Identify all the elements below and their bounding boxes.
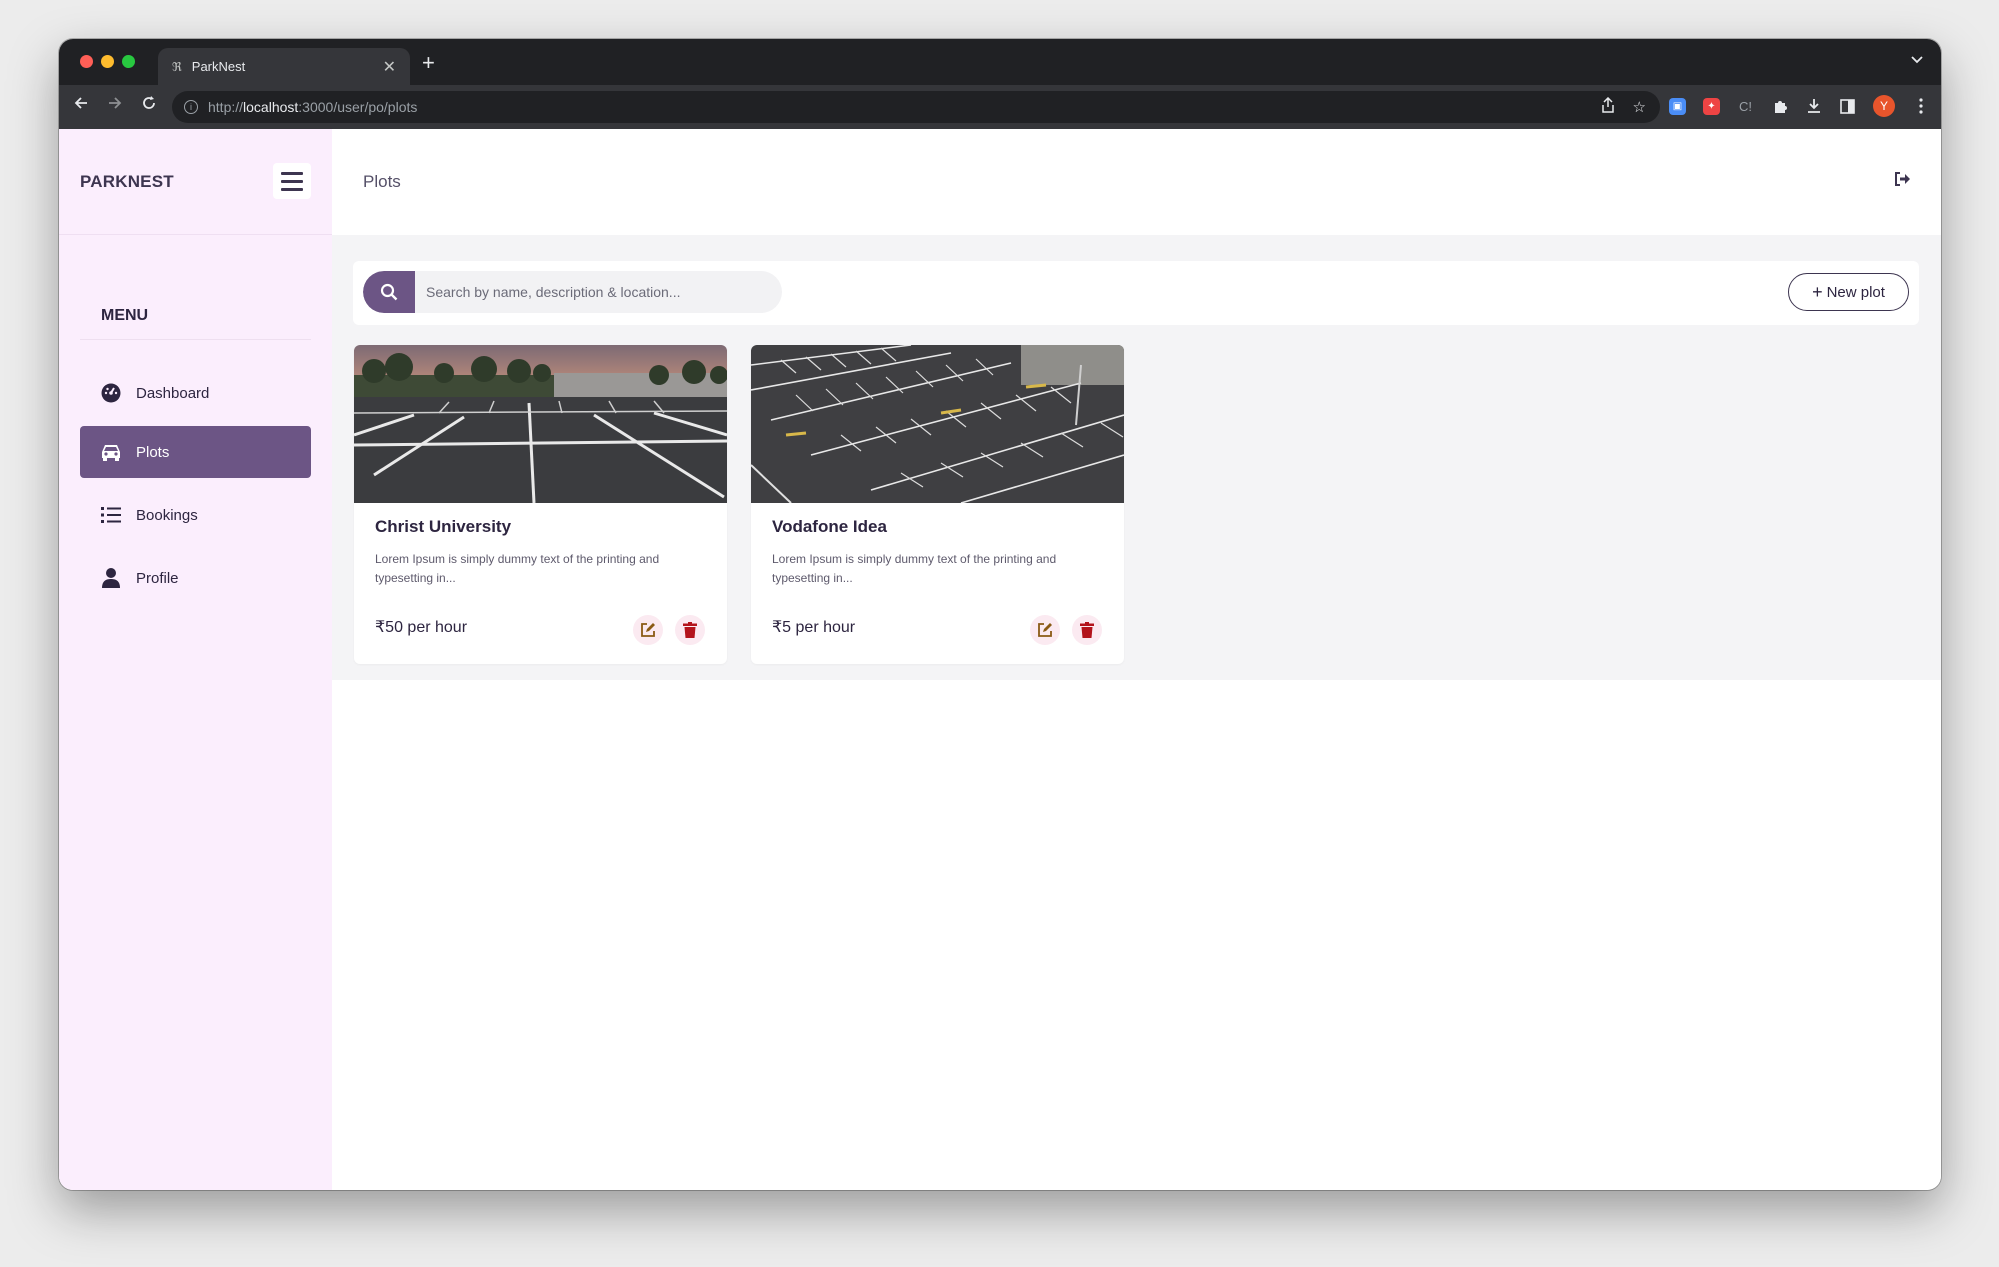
plus-icon: + bbox=[1812, 282, 1823, 302]
edit-icon[interactable] bbox=[633, 615, 663, 645]
sidebar-item-label: Plots bbox=[136, 443, 170, 461]
sidebar-item-dashboard[interactable]: Dashboard bbox=[80, 367, 311, 419]
plot-card[interactable]: Christ University Lorem Ipsum is simply … bbox=[354, 345, 727, 664]
sidebar-item-label: Dashboard bbox=[136, 384, 210, 402]
tab-title: ParkNest bbox=[191, 59, 246, 74]
browser-window: ℜ ParkNest ✕ + i http://localhost:3000/u… bbox=[59, 39, 1941, 1190]
side-panel-icon[interactable] bbox=[1839, 98, 1856, 115]
sidebar-item-label: Bookings bbox=[136, 506, 198, 524]
topbar: Plots bbox=[332, 129, 1941, 235]
more-vertical-icon[interactable] bbox=[1912, 98, 1929, 115]
search-icon[interactable] bbox=[363, 271, 415, 313]
plot-name: Vodafone Idea bbox=[772, 517, 887, 536]
extensions-puzzle-icon[interactable] bbox=[1771, 98, 1788, 115]
plot-description: Lorem Ipsum is simply dummy text of the … bbox=[772, 552, 1057, 585]
plot-name: Christ University bbox=[375, 517, 512, 536]
minimize-window-button[interactable] bbox=[101, 55, 114, 68]
app-root: PARKNEST MENU Dashboard Plots Bookings P… bbox=[59, 129, 1941, 1190]
car-icon bbox=[100, 443, 122, 461]
plot-price: ₹5 per hour bbox=[772, 619, 856, 636]
url-scheme: http:// bbox=[208, 99, 244, 115]
screen-capture-extension-icon[interactable]: ▣ bbox=[1669, 97, 1686, 115]
main-content: + New plot bbox=[332, 235, 1941, 680]
maximize-window-button[interactable] bbox=[122, 55, 135, 68]
search-input[interactable] bbox=[415, 271, 782, 313]
plot-image bbox=[354, 345, 727, 503]
bookmark-star-icon[interactable]: ☆ bbox=[1633, 98, 1646, 116]
ci-extension-icon[interactable]: C! bbox=[1737, 98, 1754, 115]
hamburger-menu-icon[interactable] bbox=[273, 163, 311, 199]
sidebar-item-plots[interactable]: Plots bbox=[80, 426, 311, 478]
url-host: localhost bbox=[243, 99, 299, 115]
plot-image bbox=[751, 345, 1124, 503]
delete-trash-icon[interactable] bbox=[675, 615, 705, 645]
user-icon bbox=[100, 568, 122, 588]
browser-toolbar: i http://localhost:3000/user/po/plots ☆ … bbox=[59, 85, 1941, 129]
brand-logo-text: PARKNEST bbox=[80, 172, 174, 191]
new-tab-icon[interactable]: + bbox=[422, 50, 435, 76]
new-plot-label: New plot bbox=[1826, 283, 1885, 301]
close-window-button[interactable] bbox=[80, 55, 93, 68]
new-plot-button[interactable]: + New plot bbox=[1788, 273, 1909, 311]
reload-icon[interactable] bbox=[141, 95, 157, 116]
browser-tabstrip: ℜ ParkNest ✕ + bbox=[59, 39, 1941, 85]
search-toolbar: + New plot bbox=[353, 261, 1919, 325]
back-arrow-icon[interactable] bbox=[73, 95, 89, 116]
sidebar: PARKNEST MENU Dashboard Plots Bookings P… bbox=[59, 129, 332, 1190]
profile-avatar[interactable]: Y bbox=[1873, 95, 1895, 117]
sidebar-item-label: Profile bbox=[136, 569, 179, 587]
menu-heading: MENU bbox=[101, 307, 149, 324]
share-icon[interactable] bbox=[1601, 96, 1615, 117]
page-title: Plots bbox=[363, 172, 401, 191]
browser-tab[interactable]: ℜ ParkNest ✕ bbox=[158, 48, 410, 85]
url-path: :3000/user/po/plots bbox=[298, 99, 418, 115]
favicon-icon: ℜ bbox=[172, 59, 182, 74]
tab-search-chevron-icon[interactable] bbox=[1911, 52, 1923, 67]
dashboard-gauge-icon bbox=[100, 383, 122, 403]
address-bar[interactable]: i http://localhost:3000/user/po/plots ☆ bbox=[172, 91, 1660, 123]
plot-card[interactable]: Vodafone Idea Lorem Ipsum is simply dumm… bbox=[751, 345, 1124, 664]
edit-icon[interactable] bbox=[1030, 615, 1060, 645]
forward-arrow-icon[interactable] bbox=[107, 95, 123, 116]
sidebar-item-profile[interactable]: Profile bbox=[80, 552, 311, 604]
delete-trash-icon[interactable] bbox=[1072, 615, 1102, 645]
sidebar-item-bookings[interactable]: Bookings bbox=[80, 489, 311, 541]
plot-description: Lorem Ipsum is simply dummy text of the … bbox=[375, 552, 660, 585]
list-icon bbox=[100, 506, 122, 524]
menu-divider bbox=[80, 339, 311, 340]
search-box bbox=[363, 271, 782, 313]
logout-icon[interactable] bbox=[1893, 171, 1911, 192]
tab-close-icon[interactable]: ✕ bbox=[383, 57, 396, 77]
download-icon[interactable] bbox=[1805, 98, 1822, 115]
site-info-icon[interactable]: i bbox=[184, 100, 198, 114]
red-extension-icon[interactable]: ✦ bbox=[1703, 97, 1720, 115]
plot-price: ₹50 per hour bbox=[375, 619, 468, 636]
brand-bar: PARKNEST bbox=[59, 129, 332, 235]
